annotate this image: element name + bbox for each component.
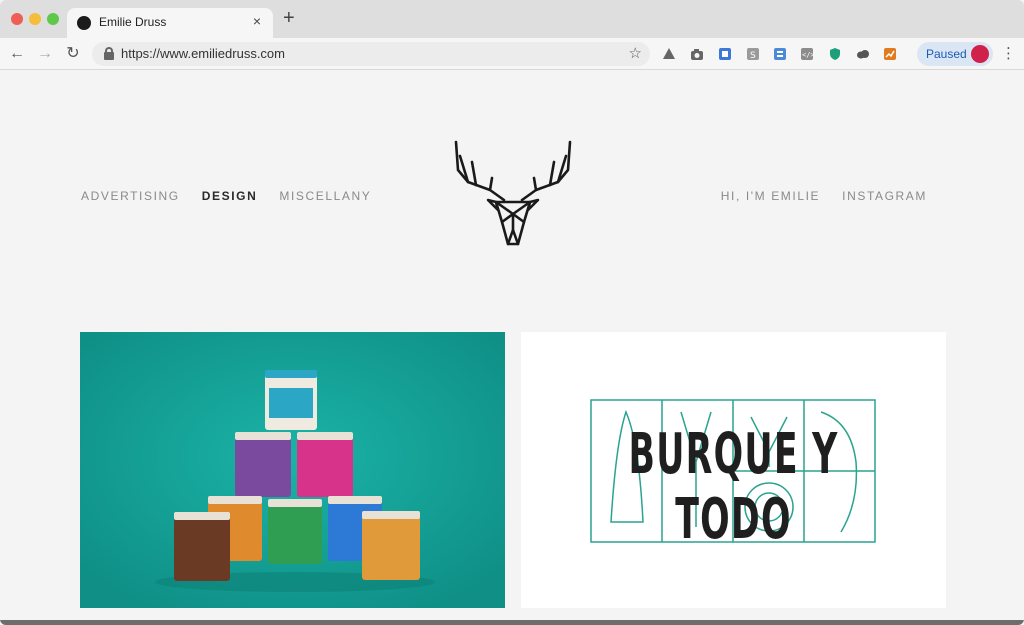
- address-bar[interactable]: https://www.emiliedruss.com ☆: [92, 42, 650, 66]
- profile-button[interactable]: Paused: [917, 42, 993, 66]
- site-nav-right: HI, I'M EMILIE INSTAGRAM: [721, 189, 927, 203]
- project-tile-burque-y-todo[interactable]: BURQUE Y TODO: [521, 332, 946, 608]
- project-tile-ice-cream[interactable]: [80, 332, 505, 608]
- horizontal-scrollbar[interactable]: [0, 620, 1024, 625]
- deer-logo-icon[interactable]: [452, 140, 574, 252]
- extension-doc-icon[interactable]: [773, 47, 787, 61]
- close-window-button[interactable]: [11, 13, 23, 25]
- browser-tab[interactable]: Emilie Druss ×: [67, 8, 273, 38]
- tab-title: Emilie Druss: [99, 15, 167, 29]
- page-content: ADVERTISING DESIGN MISCELLANY HI, I'M EM…: [0, 70, 1024, 625]
- lock-icon: [104, 47, 114, 60]
- nav-design[interactable]: DESIGN: [202, 189, 258, 203]
- ice-cream-pints-image: [80, 332, 505, 608]
- url-text[interactable]: https://www.emiliedruss.com: [121, 46, 285, 61]
- cloud-icon[interactable]: [856, 47, 870, 61]
- profile-status: Paused: [926, 47, 967, 61]
- minimize-window-button[interactable]: [29, 13, 41, 25]
- nav-advertising[interactable]: ADVERTISING: [81, 189, 180, 203]
- forward-button[interactable]: →: [35, 44, 55, 64]
- reload-button[interactable]: ↻: [63, 44, 83, 64]
- maximize-window-button[interactable]: [47, 13, 59, 25]
- tab-strip: Emilie Druss × +: [0, 0, 1024, 38]
- extension-blue-icon[interactable]: [718, 47, 732, 61]
- bookmark-star-icon[interactable]: ☆: [629, 44, 642, 62]
- site-nav-left: ADVERTISING DESIGN MISCELLANY: [81, 189, 371, 203]
- menu-button[interactable]: ⋮: [1001, 44, 1016, 64]
- nav-miscellany[interactable]: MISCELLANY: [279, 189, 371, 203]
- code-icon[interactable]: </>: [800, 47, 814, 61]
- tab-close-button[interactable]: ×: [249, 13, 265, 29]
- svg-text:</>: </>: [802, 51, 814, 59]
- favicon-icon: [77, 16, 91, 30]
- svg-text:S: S: [750, 51, 756, 61]
- extension-grey-icon[interactable]: S: [746, 47, 760, 61]
- back-button[interactable]: ←: [7, 44, 27, 64]
- avatar: [971, 45, 989, 63]
- browser-window: Emilie Druss × + ← → ↻ https://www.emili…: [0, 0, 1024, 625]
- nav-instagram[interactable]: INSTAGRAM: [842, 189, 927, 203]
- drive-icon[interactable]: [662, 47, 676, 61]
- new-tab-button[interactable]: +: [283, 8, 295, 28]
- camera-icon[interactable]: [690, 47, 704, 61]
- project-title: BURQUE Y TODO: [628, 422, 839, 552]
- shield-icon[interactable]: [828, 47, 842, 61]
- browser-toolbar: ← → ↻ https://www.emiliedruss.com ☆ S </…: [0, 38, 1024, 70]
- chart-icon[interactable]: [883, 47, 897, 61]
- nav-about[interactable]: HI, I'M EMILIE: [721, 189, 820, 203]
